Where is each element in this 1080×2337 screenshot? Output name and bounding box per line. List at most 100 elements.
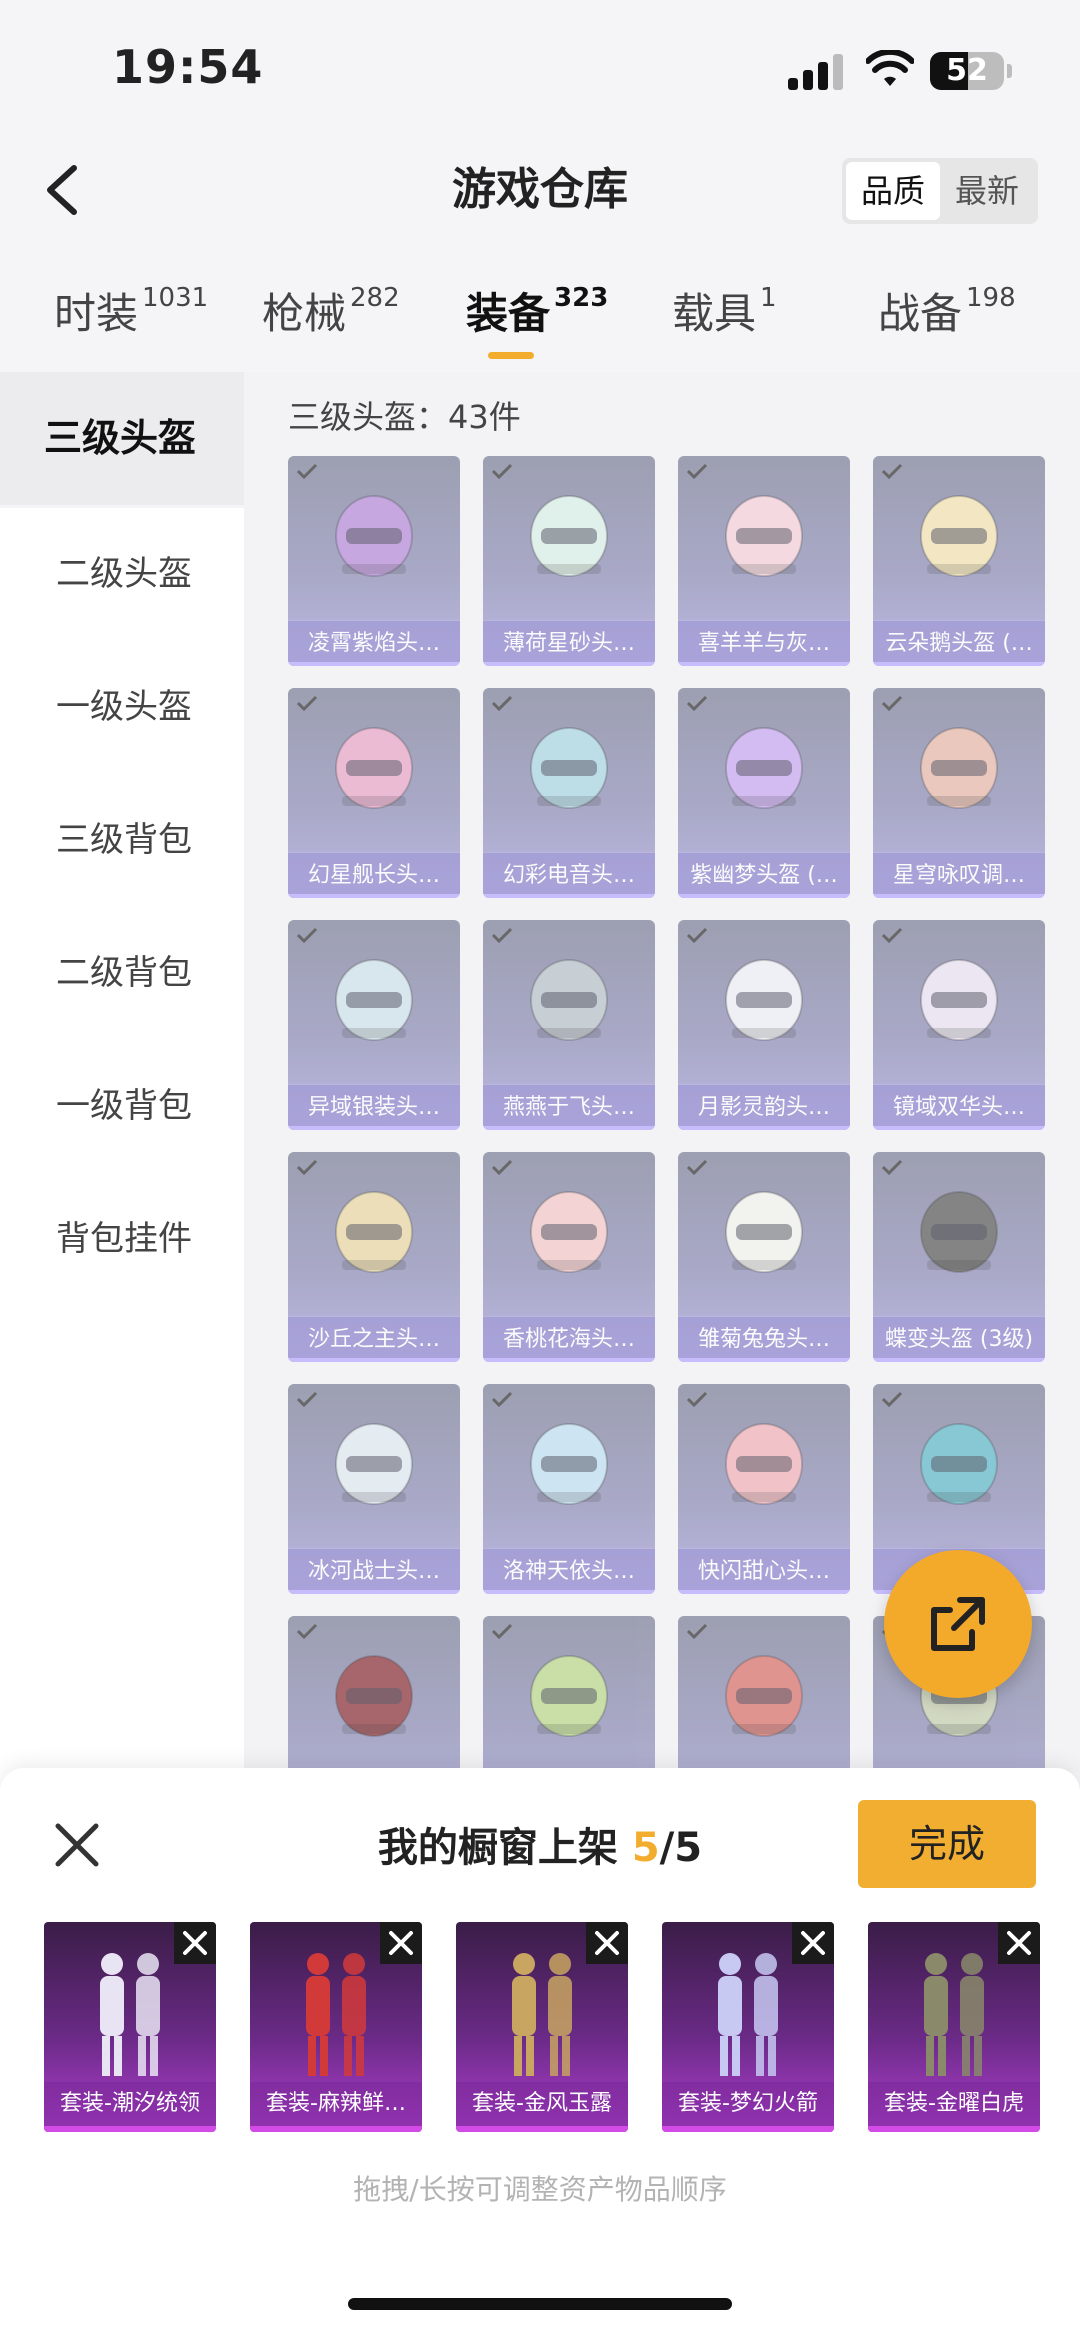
item-label: 星穹咏叹调… [873,852,1045,898]
sidebar-item-level2-helmet[interactable]: 二级头盔 [0,508,244,641]
helmet-icon [335,727,413,809]
remove-item-button[interactable] [998,1922,1040,1964]
sidebar-item-level2-backpack[interactable]: 二级背包 [0,907,244,1040]
tab-fashion[interactable]: 时装 1031 [54,280,208,341]
showcase-item[interactable]: 套装-麻辣鲜… [250,1922,422,2132]
check-icon [491,463,513,480]
helmet-icon [530,1191,608,1273]
item-label: 云朵鹅头盔 (… [873,620,1045,666]
item-quality-bar [873,1126,1045,1130]
check-icon [686,463,708,480]
showcase-item[interactable]: 套装-金风玉露 [456,1922,628,2132]
item-card[interactable]: 幻星舰长头… [288,688,460,898]
showcase-item-label: 套装-金风玉露 [456,2082,628,2126]
item-card[interactable]: 异域银装头… [288,920,460,1130]
helmet-icon [725,959,803,1041]
item-label: 快闪甜心头… [678,1548,850,1594]
sidebar-item-level1-backpack[interactable]: 一级背包 [0,1040,244,1173]
showcase-item[interactable]: 套装-金曜白虎 [868,1922,1040,2132]
item-card[interactable]: 雏菊兔兔头… [678,1152,850,1362]
item-card[interactable]: 紫幽梦头盔 (… [678,688,850,898]
item-quality-bar [678,894,850,898]
item-card[interactable]: 香桃花海头… [483,1152,655,1362]
helmet-icon [725,727,803,809]
helmet-icon [335,1423,413,1505]
sort-quality[interactable]: 品质 [846,162,940,220]
check-icon [491,927,513,944]
helmet-icon [920,1191,998,1273]
helmet-icon [725,495,803,577]
item-label: 镜域双华头… [873,1084,1045,1130]
item-label: 幻彩电音头… [483,852,655,898]
helmet-icon [335,1655,413,1737]
item-card[interactable]: 月影灵韵头… [678,920,850,1130]
item-card[interactable]: 凌霄紫焰头… [288,456,460,666]
item-card[interactable]: 镜域双华头… [873,920,1045,1130]
item-card[interactable]: 洛神天依头… [483,1384,655,1594]
showcase-item-label: 套装-麻辣鲜… [250,2082,422,2126]
signal-icon [788,54,844,90]
item-quality-bar [678,662,850,666]
tab-equipment[interactable]: 装备 323 [466,280,608,341]
item-quality-bar [873,894,1045,898]
tab-supplies[interactable]: 战备 198 [878,280,1016,341]
check-icon [491,695,513,712]
sidebar-item-level3-helmet[interactable]: 三级头盔 [0,372,244,505]
item-card[interactable]: 冰河战士头… [288,1384,460,1594]
remove-item-button[interactable] [792,1922,834,1964]
item-quality-bar [678,1590,850,1594]
item-quality-bar [873,662,1045,666]
showcase-item-label: 套装-金曜白虎 [868,2082,1040,2126]
item-card[interactable]: 薄荷星砂头… [483,456,655,666]
sidebar-item-level1-helmet[interactable]: 一级头盔 [0,641,244,774]
helmet-icon [920,727,998,809]
item-card[interactable]: 云朵鹅头盔 (… [873,456,1045,666]
item-card[interactable]: 燕燕于飞头… [483,920,655,1130]
showcase-count-current: 5 [631,1825,660,1871]
item-card[interactable]: 喜羊羊与灰… [678,456,850,666]
sort-toggle[interactable]: 品质 最新 [842,158,1038,224]
check-icon [881,1159,903,1176]
helmet-icon [920,1423,998,1505]
item-card[interactable]: 幻彩电音头… [483,688,655,898]
close-icon [801,1931,825,1955]
showcase-item[interactable]: 套装-梦幻火箭 [662,1922,834,2132]
helmet-icon [920,495,998,577]
item-label: 异域银装头… [288,1084,460,1130]
showcase-item[interactable]: 套装-潮汐统领 [44,1922,216,2132]
item-label: 洛神天依头… [483,1548,655,1594]
item-quality-bar [288,662,460,666]
item-quality-bar [288,1590,460,1594]
item-count: 三级头盔：43件 [288,398,521,436]
item-quality-bar [288,894,460,898]
item-card[interactable]: 星穹咏叹调… [873,688,1045,898]
item-label: 幻星舰长头… [288,852,460,898]
item-quality-bar [678,1126,850,1130]
check-icon [881,1391,903,1408]
item-card[interactable]: 蝶变头盔 (3级) [873,1152,1045,1362]
remove-item-button[interactable] [586,1922,628,1964]
tab-weapons[interactable]: 枪械 282 [262,280,400,341]
helmet-icon [530,727,608,809]
check-icon [296,695,318,712]
done-button[interactable]: 完成 [858,1800,1036,1888]
item-quality-bar [873,1358,1045,1362]
share-button[interactable] [884,1550,1032,1698]
sidebar-item-level3-backpack[interactable]: 三级背包 [0,774,244,907]
remove-item-button[interactable] [174,1922,216,1964]
item-label: 凌霄紫焰头… [288,620,460,666]
item-quality-bar [678,1358,850,1362]
outfit-figure-icon [512,1953,572,2076]
sidebar-item-backpack-charm[interactable]: 背包挂件 [0,1173,244,1306]
item-label: 燕燕于飞头… [483,1084,655,1130]
remove-item-button[interactable] [380,1922,422,1964]
showcase-items: 套装-潮汐统领 套装-麻辣鲜… 套装-金风玉露 套装-梦幻火箭 套装-金曜白虎 [44,1922,1044,2132]
item-card[interactable]: 快闪甜心头… [678,1384,850,1594]
tab-vehicles[interactable]: 载具 1 [672,280,777,341]
item-card[interactable]: 沙丘之主头… [288,1152,460,1362]
check-icon [881,927,903,944]
sort-newest[interactable]: 最新 [940,162,1034,220]
helmet-icon [335,1191,413,1273]
outfit-figure-icon [924,1953,984,2076]
reorder-hint: 拖拽/长按可调整资产物品顺序 [353,2173,727,2206]
